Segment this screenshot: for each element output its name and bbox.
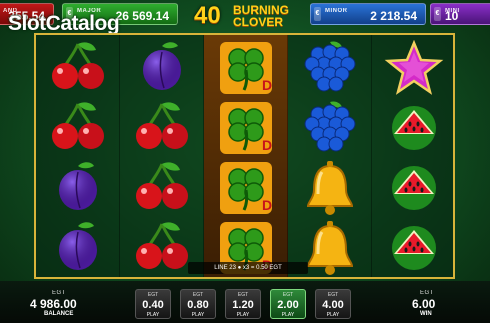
jackpot-mini-tab: € bbox=[434, 7, 441, 21]
jackpot-major-value: 26 569.14 bbox=[115, 9, 169, 23]
plum-icon bbox=[120, 36, 204, 96]
game-title-number: 40 bbox=[194, 2, 221, 29]
plum-icon bbox=[36, 156, 120, 216]
jackpot-minor-value: 2 218.54 bbox=[370, 9, 417, 23]
game-title-line2: CLOVER bbox=[233, 15, 284, 29]
cherry-icon bbox=[120, 156, 204, 216]
clover-wild-icon: D bbox=[204, 36, 288, 96]
bet-2-value: 0.80 bbox=[187, 299, 209, 311]
reel-4 bbox=[288, 35, 372, 277]
bet-1-label: PLAY bbox=[146, 312, 160, 318]
svg-text:D: D bbox=[262, 77, 272, 93]
plum-icon bbox=[36, 216, 120, 276]
bet-button-3[interactable]: EGT 1.20 PLAY bbox=[225, 289, 261, 319]
bet-button-5[interactable]: EGT 4.00 PLAY bbox=[315, 289, 351, 319]
watermelon-icon bbox=[372, 216, 456, 276]
bet-4-currency: EGT bbox=[282, 292, 294, 298]
win-line-currency: EGT bbox=[269, 265, 282, 271]
jackpot-minor: € MINOR 2 218.54 bbox=[310, 3, 426, 25]
balance-value: 4 986.00 bbox=[30, 297, 77, 311]
balance-currency: EGT bbox=[52, 290, 66, 296]
reel-grid: DDDD bbox=[34, 33, 455, 279]
win-line-label: LINE 23 bbox=[214, 265, 236, 271]
star-icon bbox=[372, 36, 456, 96]
bet-2-label: PLAY bbox=[191, 312, 205, 318]
jackpot-minor-label: MINOR bbox=[325, 8, 348, 14]
bet-4-value: 2.00 bbox=[277, 299, 299, 311]
jackpot-minor-tab: € bbox=[314, 7, 321, 21]
svg-text:D: D bbox=[262, 137, 272, 153]
cherry-icon bbox=[120, 96, 204, 156]
reel-3: DDDD bbox=[204, 35, 288, 277]
jackpot-mini-value: 10 bbox=[445, 9, 459, 23]
bet-5-label: PLAY bbox=[326, 312, 340, 318]
bet-5-currency: EGT bbox=[327, 292, 339, 298]
bet-4-label: PLAY bbox=[281, 312, 295, 318]
bet-button-2[interactable]: EGT 0.80 PLAY bbox=[180, 289, 216, 319]
bet-2-currency: EGT bbox=[192, 292, 204, 298]
win-label: WIN bbox=[420, 311, 432, 317]
win-line-info: LINE 23 ● x3 = 0.50 EGT bbox=[188, 262, 308, 274]
grapes-icon bbox=[288, 36, 372, 96]
balance-label: BALANCE bbox=[44, 311, 74, 317]
bet-5-value: 4.00 bbox=[322, 299, 344, 311]
watermelon-icon bbox=[372, 96, 456, 156]
clover-wild-icon: D bbox=[204, 96, 288, 156]
bet-3-label: PLAY bbox=[236, 312, 250, 318]
reel-5 bbox=[372, 35, 456, 277]
bell-icon bbox=[288, 156, 372, 216]
reel-1 bbox=[36, 35, 120, 277]
win-value: 6.00 bbox=[412, 297, 436, 311]
cherry-icon bbox=[36, 36, 120, 96]
win-line-multiplier: x3 = 0.50 bbox=[242, 265, 268, 271]
watermelon-icon bbox=[372, 156, 456, 216]
reel-2 bbox=[120, 35, 204, 277]
jackpot-mini: € MINI 10 bbox=[430, 3, 490, 25]
bet-3-currency: EGT bbox=[237, 292, 249, 298]
bet-button-4[interactable]: EGT 2.00 PLAY bbox=[270, 289, 306, 319]
bet-1-value: 0.40 bbox=[142, 299, 164, 311]
game-stage: AND 355.54 € MAJOR 26 569.14 € MINOR 2 2… bbox=[0, 0, 490, 323]
win-currency: EGT bbox=[420, 290, 434, 296]
grapes-icon bbox=[288, 96, 372, 156]
bet-button-1[interactable]: EGT 0.40 PLAY bbox=[135, 289, 171, 319]
cherry-icon bbox=[36, 96, 120, 156]
clover-wild-icon: D bbox=[204, 156, 288, 216]
bet-3-value: 1.20 bbox=[232, 299, 254, 311]
bet-1-currency: EGT bbox=[147, 292, 159, 298]
game-title: 40 BURNING CLOVER bbox=[188, 0, 302, 30]
svg-text:D: D bbox=[262, 197, 272, 213]
